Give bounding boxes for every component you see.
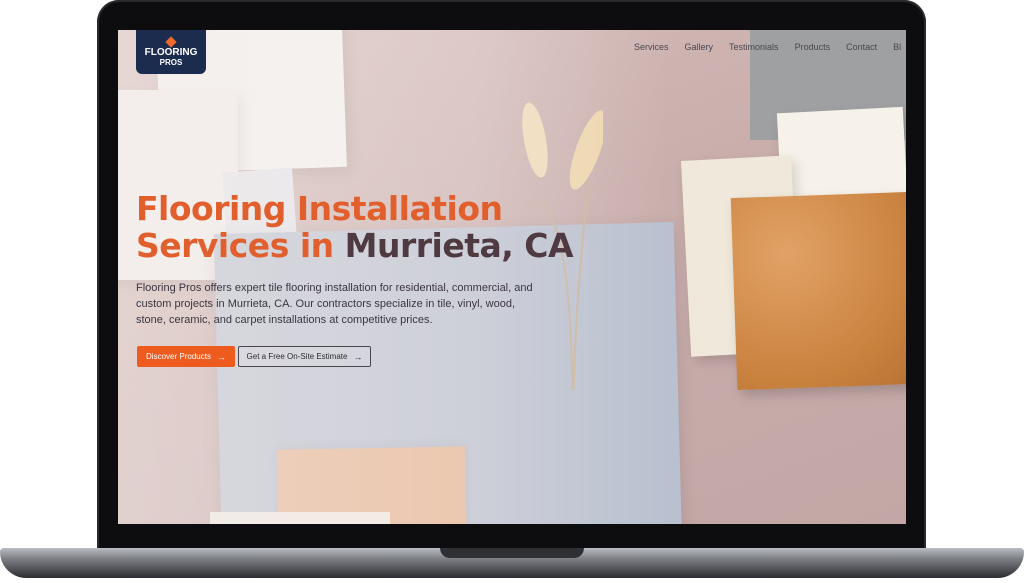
main-navigation: Services Gallery Testimonials Products C… (634, 42, 901, 52)
nav-item-contact[interactable]: Contact (846, 42, 877, 52)
hero-title-location: Murrieta, CA (344, 226, 574, 265)
nav-item-gallery[interactable]: Gallery (685, 42, 714, 52)
nav-item-testimonials[interactable]: Testimonials (729, 42, 779, 52)
logo-text-line2: PROS (159, 57, 183, 67)
hero-description: Flooring Pros offers expert tile floorin… (136, 282, 533, 326)
logo-text-line1: FLOORING (144, 46, 198, 58)
hero-title-line1: Flooring Installation (136, 189, 503, 228)
flooring-pros-logo[interactable]: FLOORING PROS (136, 30, 206, 74)
laptop-notch (440, 548, 584, 558)
diamond-icon (165, 35, 177, 48)
nav-item-services[interactable]: Services (634, 42, 669, 52)
hero-title-line2-prefix: Services in (136, 226, 345, 265)
discover-products-button[interactable]: Discover Products → (137, 346, 235, 367)
free-estimate-button[interactable]: Get a Free On-Site Estimate → (238, 346, 371, 367)
discover-products-label: Discover Products (146, 352, 211, 361)
nav-item-products[interactable]: Products (795, 42, 831, 52)
hero-title: Flooring Installation Services in Murrie… (136, 190, 656, 264)
free-estimate-label: Get a Free On-Site Estimate (246, 352, 348, 361)
nav-item-blog[interactable]: Bl (893, 42, 901, 52)
hero-background-image (118, 30, 906, 524)
arrow-right-icon: → (353, 351, 363, 362)
arrow-right-icon: → (216, 351, 226, 362)
website-screen: FLOORING PROS Services Gallery Testimoni… (118, 30, 906, 524)
